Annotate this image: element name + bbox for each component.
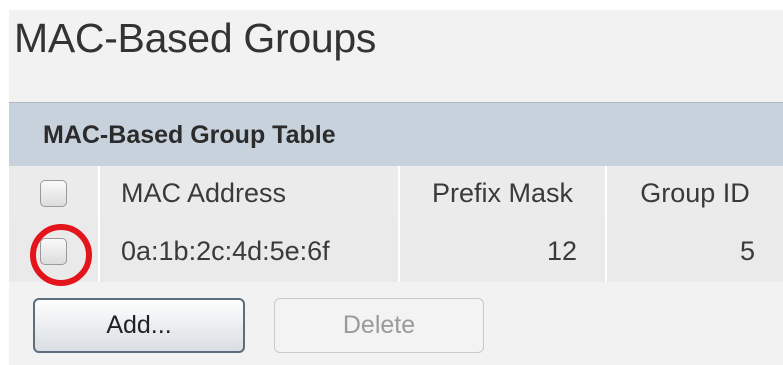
column-header-mac-address[interactable]: MAC Address xyxy=(100,166,400,221)
table-header: MAC-Based Group Table xyxy=(9,102,783,166)
add-button[interactable]: Add... xyxy=(33,298,245,353)
group-id-cell: 5 xyxy=(607,221,783,282)
delete-button[interactable]: Delete xyxy=(274,298,484,353)
page-title: MAC-Based Groups xyxy=(14,15,377,61)
highlight-circle-annotation xyxy=(30,224,92,286)
table-title: MAC-Based Group Table xyxy=(43,121,336,149)
mac-group-table: MAC-Based Group Table MAC Address Prefix… xyxy=(9,102,783,290)
screenshot-frame: MAC-Based Groups MAC-Based Group Table M… xyxy=(0,0,783,365)
table-row[interactable]: 0a:1b:2c:4d:5e:6f 12 5 xyxy=(9,221,783,282)
select-all-checkbox[interactable] xyxy=(40,180,67,207)
select-all-cell xyxy=(9,166,100,221)
column-header-prefix-mask[interactable]: Prefix Mask xyxy=(400,166,607,221)
column-header-row: MAC Address Prefix Mask Group ID xyxy=(9,166,783,221)
prefix-mask-cell: 12 xyxy=(400,221,607,282)
mac-address-cell: 0a:1b:2c:4d:5e:6f xyxy=(100,221,400,282)
column-header-group-id[interactable]: Group ID xyxy=(607,166,783,221)
